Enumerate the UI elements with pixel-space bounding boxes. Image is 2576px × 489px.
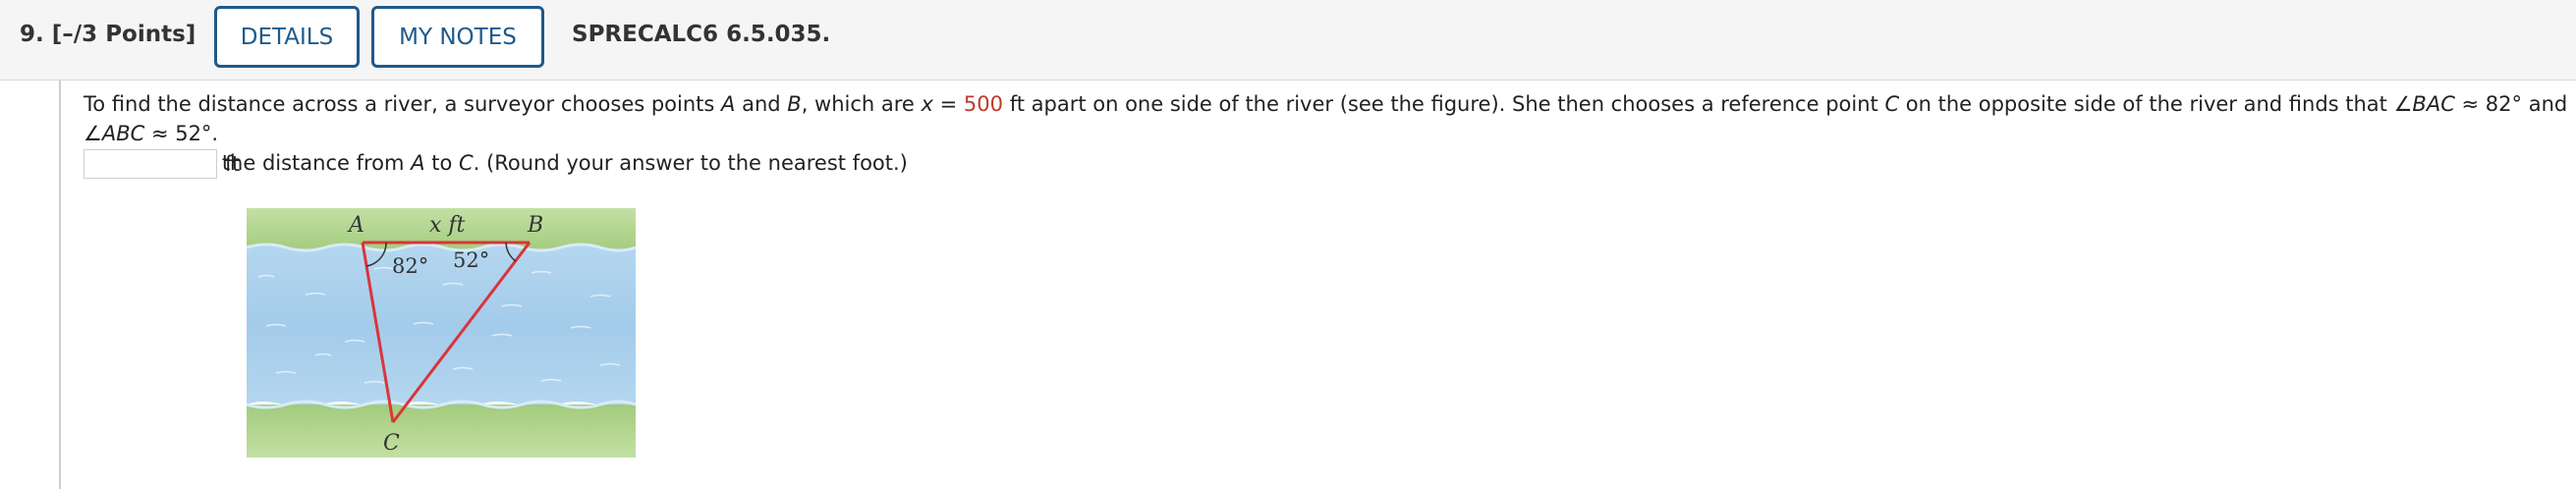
- my-notes-button[interactable]: MY NOTES: [371, 6, 544, 68]
- label-c: C: [383, 431, 400, 456]
- answer-unit: ft: [225, 152, 241, 176]
- river-figure-svg: A x ft B C 82° 52°: [247, 208, 636, 458]
- label-b: B: [527, 213, 543, 238]
- left-divider: [59, 81, 61, 489]
- question-text-part: =: [932, 92, 964, 116]
- question-text-part: To find the distance across a river, a s…: [84, 92, 722, 116]
- distance-value: 500: [963, 92, 1004, 116]
- details-button[interactable]: DETAILS: [214, 6, 360, 68]
- question-number-value: 9.: [20, 22, 44, 47]
- question-points: [–/3 Points]: [51, 22, 196, 47]
- question-text-part: ≈ 52°.: [144, 122, 219, 145]
- variable-a: A: [411, 151, 425, 175]
- variable-x: x: [921, 92, 933, 116]
- label-a: A: [347, 213, 364, 238]
- river-figure: A x ft B C 82° 52°: [247, 208, 636, 458]
- variable-c: C: [1884, 92, 1900, 116]
- variable-b: B: [787, 92, 802, 116]
- question-text-part: , which are: [801, 92, 922, 116]
- question-text-part: on the opposite side of the river and fi…: [1899, 92, 2413, 116]
- angle-abc-name: ABC: [101, 122, 145, 145]
- question-text: To find the distance across a river, a s…: [84, 89, 2569, 178]
- angle-bac-name: BAC: [2412, 92, 2455, 116]
- question-text-part: to: [424, 151, 459, 175]
- question-code: SPRECALC6 6.5.035.: [572, 22, 831, 47]
- question-number: 9. [–/3 Points]: [20, 22, 196, 47]
- angle-a-label: 82°: [392, 254, 428, 278]
- question-text-part: ft apart on one side of the river (see t…: [1003, 92, 1885, 116]
- question-text-part: and: [735, 92, 788, 116]
- variable-c: C: [458, 151, 474, 175]
- variable-a: A: [721, 92, 736, 116]
- angle-b-label: 52°: [453, 248, 489, 272]
- question-header: 9. [–/3 Points] DETAILS MY NOTES SPRECAL…: [0, 0, 2576, 81]
- question-text-part: . (Round your answer to the nearest foot…: [473, 151, 908, 175]
- grass-bank-bottom: [247, 405, 636, 458]
- answer-input[interactable]: [84, 149, 217, 179]
- label-x-ft: x ft: [429, 213, 466, 238]
